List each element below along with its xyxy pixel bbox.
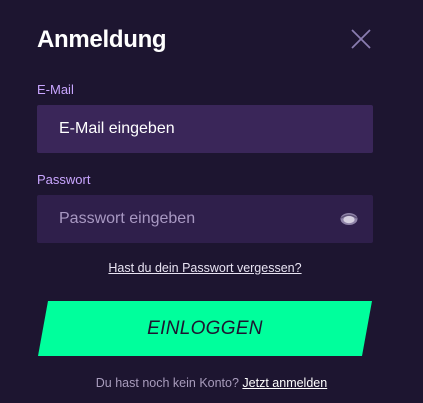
close-button[interactable] <box>350 28 372 50</box>
login-button[interactable]: EINLOGGEN <box>38 301 372 356</box>
signup-link[interactable]: Jetzt anmelden <box>242 376 327 390</box>
dialog-title: Anmeldung <box>37 26 167 53</box>
login-dialog: Anmeldung E-Mail Passwort Hast du dein P… <box>0 0 423 403</box>
close-icon <box>351 29 371 49</box>
password-field[interactable] <box>37 195 373 243</box>
signup-prompt: Du hast noch kein Konto? <box>95 376 239 390</box>
forgot-password-link[interactable]: Hast du dein Passwort vergessen? <box>0 261 410 275</box>
email-label: E-Mail <box>37 82 74 97</box>
email-field[interactable] <box>37 105 373 153</box>
signup-row: Du hast noch kein Konto? Jetzt anmelden <box>0 376 423 390</box>
show-password-toggle[interactable] <box>340 211 358 227</box>
password-label: Passwort <box>37 172 91 187</box>
eye-icon <box>340 213 358 225</box>
login-button-label: EINLOGGEN <box>147 318 263 339</box>
